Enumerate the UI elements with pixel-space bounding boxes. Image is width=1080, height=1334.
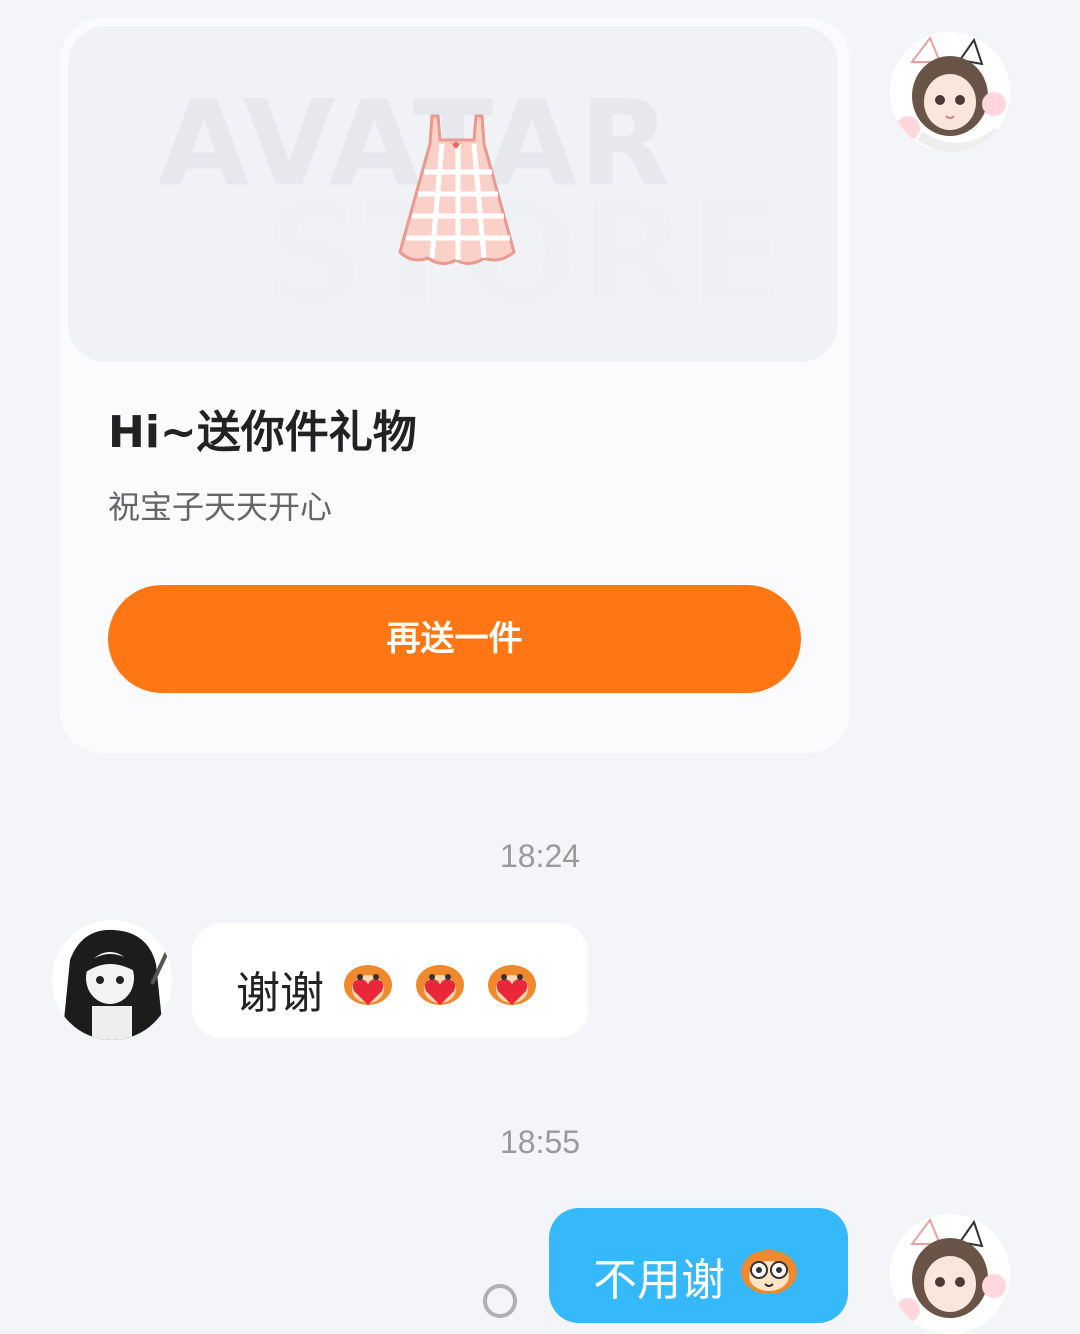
gift-message-card[interactable]: AVATAR STORE Hi~送你件礼物 祝宝子天天开心 再送一件 [60,18,850,753]
my-avatar[interactable] [890,32,1010,152]
cat-girl-avatar-icon [890,32,1010,152]
heart-monkey-icon [488,965,536,1005]
message-text: 谢谢 [236,968,324,1019]
message-timestamp: 18:55 [499,1124,581,1160]
gift-subtitle: 祝宝子天天开心 [108,488,333,526]
gift-banner-image: AVATAR STORE [68,26,838,362]
incoming-message-bubble[interactable]: 谢谢 [192,923,588,1038]
gift-title: Hi~送你件礼物 [108,407,417,458]
anime-girl-avatar-icon [52,920,172,1040]
cat-girl-avatar-icon [890,1214,1010,1334]
send-another-button[interactable]: 再送一件 [108,585,801,693]
banner-watermark-text: STORE [264,174,786,335]
my-avatar[interactable] [890,1214,1010,1334]
outgoing-message-bubble[interactable]: 不用谢 [549,1208,848,1323]
monkey-face-icon [741,1250,797,1294]
heart-monkey-icon [344,965,392,1005]
dress-gift-icon [398,114,516,265]
message-timestamp: 18:24 [499,838,581,874]
sending-status-icon [483,1284,517,1318]
message-text: 不用谢 [593,1255,725,1306]
contact-avatar[interactable] [52,920,172,1040]
heart-monkey-icon [416,965,464,1005]
